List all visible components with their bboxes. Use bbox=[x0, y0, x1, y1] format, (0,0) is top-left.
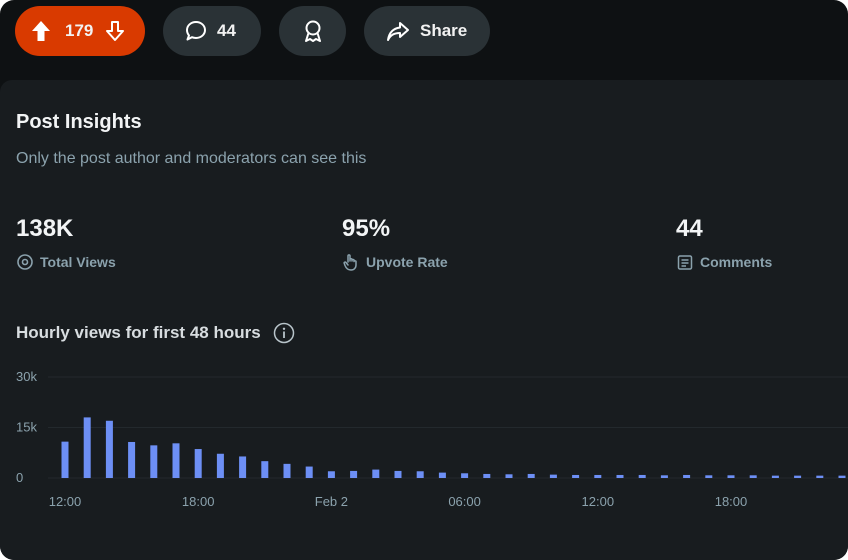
chart-bar[interactable] bbox=[150, 445, 158, 478]
chart-title: Hourly views for first 48 hours bbox=[16, 323, 261, 342]
stat-label: Total Views bbox=[40, 254, 116, 270]
y-tick-label: 0 bbox=[16, 470, 23, 485]
stat-value: 95% bbox=[342, 215, 391, 242]
stat-total-views: 138K Total Views bbox=[16, 215, 116, 271]
insights-title: Post Insights bbox=[16, 111, 142, 133]
comments-button[interactable]: 44 bbox=[163, 6, 261, 56]
y-tick-label: 30k bbox=[16, 369, 37, 384]
insights-subtitle: Only the post author and moderators can … bbox=[16, 150, 367, 167]
chart-bar[interactable] bbox=[594, 474, 602, 478]
comments-icon bbox=[676, 253, 694, 271]
chart-bar[interactable] bbox=[660, 475, 668, 478]
chart-bar[interactable] bbox=[83, 417, 91, 478]
stat-label-row: Comments bbox=[676, 253, 772, 271]
stat-label: Comments bbox=[700, 254, 773, 270]
chart-bar[interactable] bbox=[194, 449, 202, 478]
chart-bar[interactable] bbox=[816, 475, 824, 478]
x-tick-label: 06:00 bbox=[448, 494, 481, 509]
chart-bar[interactable] bbox=[416, 471, 424, 478]
chart-bar[interactable] bbox=[638, 474, 646, 478]
chart-bar[interactable] bbox=[838, 475, 846, 478]
chart-bar[interactable] bbox=[128, 441, 136, 478]
award-icon bbox=[301, 19, 325, 43]
stat-value: 44 bbox=[676, 215, 703, 242]
stat-label: Upvote Rate bbox=[366, 254, 448, 270]
chart-bar[interactable] bbox=[461, 473, 469, 478]
comment-bubble-icon bbox=[185, 20, 207, 42]
share-button[interactable]: Share bbox=[364, 6, 490, 56]
stat-label-row: Total Views bbox=[16, 253, 116, 271]
upvote-count: 179 bbox=[65, 21, 94, 40]
chart-bar[interactable] bbox=[283, 463, 291, 478]
upvote-icon[interactable] bbox=[31, 20, 51, 42]
hourly-views-chart: 0 15k 30k 12:00 18:00 Feb 2 06:00 12:00 18:00 bbox=[16, 369, 848, 509]
chart-bar[interactable] bbox=[394, 470, 402, 478]
info-icon[interactable] bbox=[273, 322, 295, 344]
chart-bar[interactable] bbox=[350, 470, 358, 478]
award-button[interactable] bbox=[279, 6, 346, 56]
chart-bar[interactable] bbox=[327, 471, 335, 478]
chart-bar[interactable] bbox=[438, 472, 446, 478]
chart-bar[interactable] bbox=[483, 473, 491, 478]
chart-bar[interactable] bbox=[572, 474, 580, 478]
chart-bar[interactable] bbox=[616, 474, 624, 478]
vote-control: 179 bbox=[15, 6, 145, 56]
stat-label-row: Upvote Rate bbox=[342, 253, 448, 271]
chart-bar[interactable] bbox=[61, 441, 69, 478]
post-insights-screen: 179 44 Share Post Insights Only the post… bbox=[0, 0, 848, 560]
chart-bar[interactable] bbox=[372, 469, 380, 478]
stat-value: 138K bbox=[16, 215, 74, 242]
stat-comments: 44 Comments bbox=[676, 215, 772, 271]
chart-bar[interactable] bbox=[105, 420, 113, 478]
chart-bar[interactable] bbox=[727, 475, 735, 478]
share-label: Share bbox=[420, 21, 468, 40]
stat-upvote-rate: 95% Upvote Rate bbox=[342, 215, 448, 271]
chart-bar[interactable] bbox=[705, 475, 713, 478]
y-tick-label: 15k bbox=[16, 420, 37, 435]
chart-bar[interactable] bbox=[549, 474, 557, 478]
views-icon bbox=[16, 253, 34, 271]
chart-title-row: Hourly views for first 48 hours bbox=[16, 322, 295, 344]
post-action-bar: 179 44 Share bbox=[15, 6, 490, 56]
chart-bar[interactable] bbox=[216, 453, 224, 478]
share-arrow-icon bbox=[386, 20, 410, 42]
insights-panel: Post Insights Only the post author and m… bbox=[0, 80, 848, 560]
x-tick-label: Feb 2 bbox=[315, 494, 348, 509]
chart-bar[interactable] bbox=[305, 466, 313, 478]
chart-bar[interactable] bbox=[172, 443, 180, 478]
chart-bar[interactable] bbox=[527, 473, 535, 478]
x-tick-label: 18:00 bbox=[182, 494, 215, 509]
chart-bar[interactable] bbox=[505, 474, 513, 478]
x-tick-label: 12:00 bbox=[49, 494, 82, 509]
chart-bar[interactable] bbox=[771, 475, 779, 478]
chart-bar[interactable] bbox=[749, 475, 757, 478]
chart-bar[interactable] bbox=[683, 474, 691, 478]
hand-pointer-icon bbox=[342, 253, 360, 271]
comment-count: 44 bbox=[217, 21, 236, 40]
x-tick-label: 12:00 bbox=[582, 494, 615, 509]
chart-bar[interactable] bbox=[261, 461, 269, 478]
chart-bar[interactable] bbox=[239, 456, 247, 478]
chart-bar[interactable] bbox=[794, 475, 802, 478]
x-tick-label: 18:00 bbox=[715, 494, 748, 509]
downvote-icon[interactable] bbox=[105, 20, 125, 42]
